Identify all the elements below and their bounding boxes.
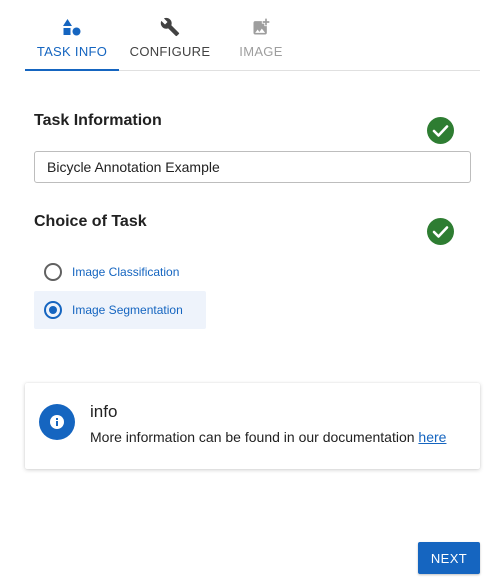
- tab-task-info[interactable]: TASK INFO: [25, 0, 119, 70]
- task-information-title: Task Information: [34, 112, 162, 129]
- info-title: info: [90, 402, 118, 421]
- tab-image-label: IMAGE: [239, 44, 283, 59]
- tab-configure[interactable]: CONFIGURE: [125, 0, 215, 70]
- radio-image-segmentation[interactable]: Image Segmentation: [34, 291, 206, 329]
- info-icon: [39, 404, 75, 440]
- add-image-icon: [250, 16, 272, 38]
- active-tab-indicator: [25, 69, 119, 71]
- tab-configure-label: CONFIGURE: [129, 44, 211, 59]
- next-button[interactable]: NEXT: [418, 542, 480, 574]
- tab-task-info-label: TASK INFO: [36, 44, 108, 59]
- radio-button[interactable]: [44, 263, 62, 281]
- info-message: More information can be found in our doc…: [90, 429, 419, 445]
- info-text: More information can be found in our doc…: [90, 429, 446, 445]
- check-circle-icon: [427, 117, 454, 144]
- tab-bar: TASK INFO CONFIGURE IMAGE: [25, 0, 480, 71]
- choice-of-task-title: Choice of Task: [34, 213, 147, 230]
- radio-image-classification[interactable]: Image Classification: [34, 253, 206, 291]
- wrench-icon: [159, 16, 181, 38]
- info-card: info More information can be found in ou…: [25, 383, 480, 469]
- shapes-icon: [61, 16, 83, 38]
- documentation-link[interactable]: here: [418, 429, 446, 445]
- radio-label: Image Segmentation: [72, 303, 183, 317]
- radio-button[interactable]: [44, 301, 62, 319]
- radio-label: Image Classification: [72, 265, 180, 279]
- task-name-input[interactable]: [34, 151, 471, 183]
- tab-image[interactable]: IMAGE: [225, 0, 297, 70]
- check-circle-icon: [427, 218, 454, 245]
